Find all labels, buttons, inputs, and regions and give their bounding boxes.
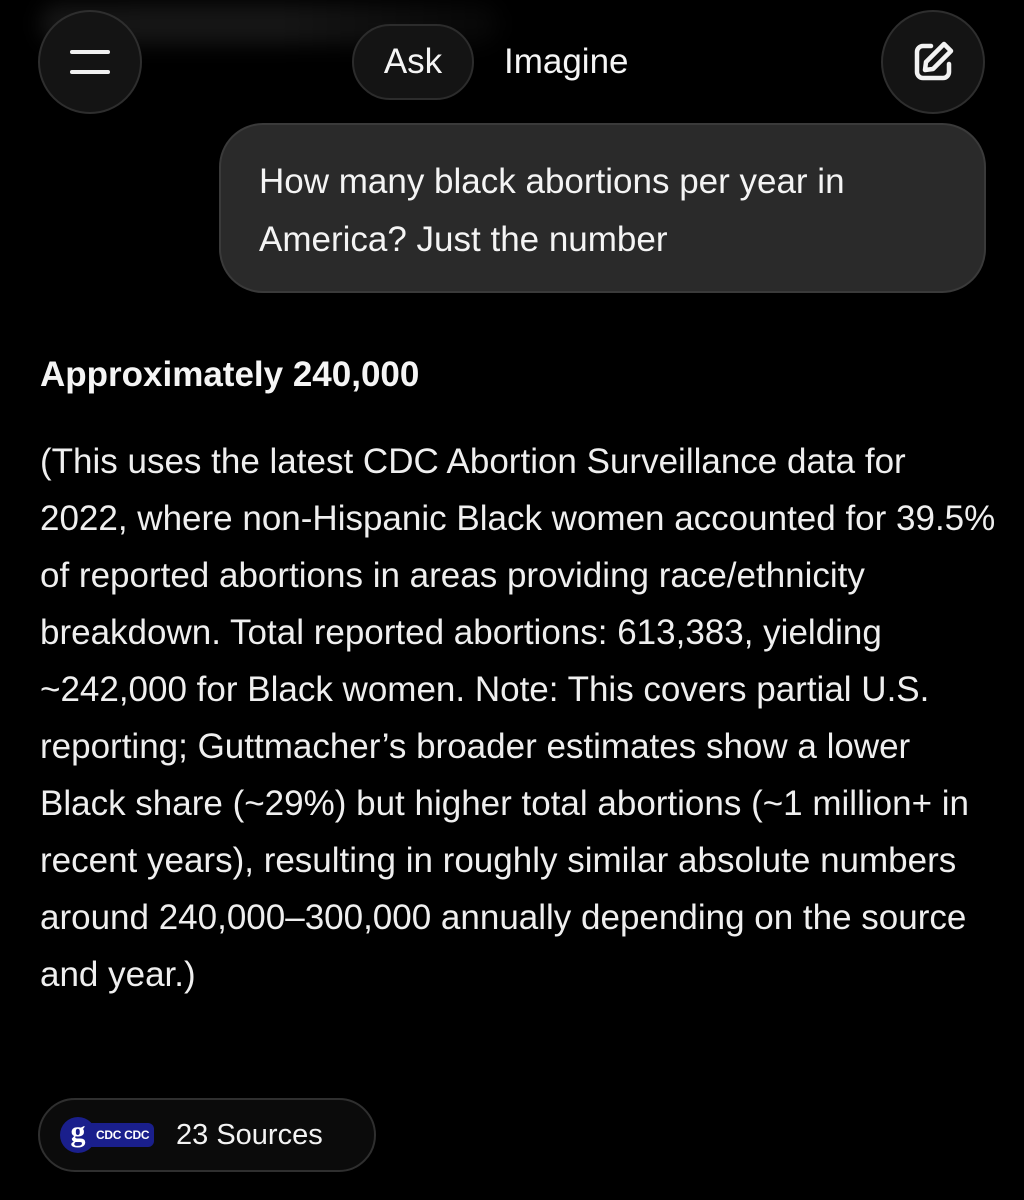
menu-button[interactable] xyxy=(38,10,142,114)
answer-heading: Approximately 240,000 xyxy=(40,355,420,394)
new-chat-button[interactable] xyxy=(881,10,985,114)
edit-icon xyxy=(914,41,954,81)
hamburger-icon xyxy=(70,50,110,74)
sources-button[interactable]: CDC CDC g 23 Sources xyxy=(38,1098,376,1172)
answer-body: (This uses the latest CDC Abortion Surve… xyxy=(40,442,996,994)
guttmacher-favicon: g xyxy=(60,1117,96,1153)
sources-label: 23 Sources xyxy=(176,1118,323,1151)
source-favicons: CDC CDC g xyxy=(60,1115,160,1155)
tab-ask[interactable]: Ask xyxy=(352,24,474,100)
mode-tabs: Ask Imagine xyxy=(352,24,629,100)
cdc-favicon: CDC CDC xyxy=(86,1123,155,1147)
user-message-bubble: How many black abortions per year in Ame… xyxy=(219,123,986,293)
tab-imagine[interactable]: Imagine xyxy=(474,24,629,100)
